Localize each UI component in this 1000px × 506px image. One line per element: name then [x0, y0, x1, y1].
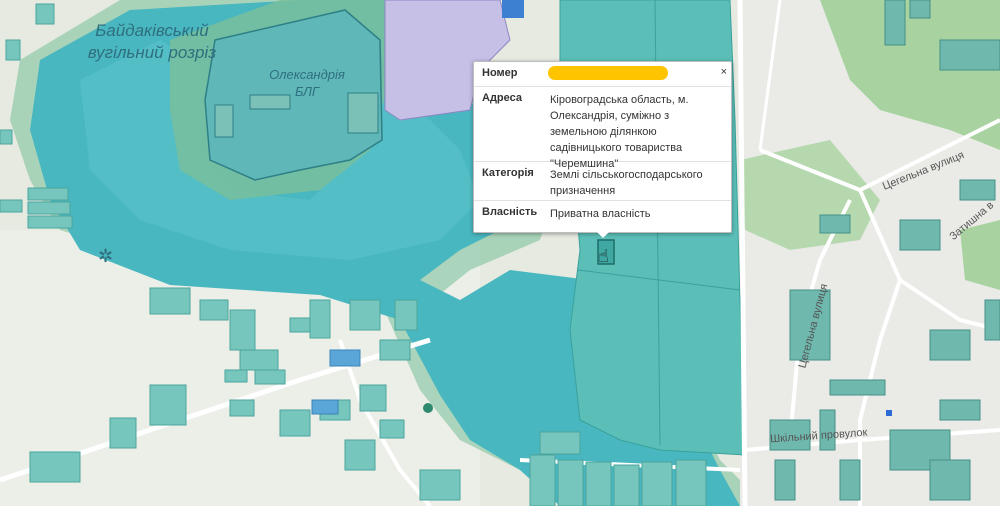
redaction-mark	[548, 66, 668, 80]
building	[214, 104, 234, 138]
popup-row-category: Категорія Землі сільськогосподарського п…	[474, 162, 731, 201]
popup-value: Землі сільськогосподарського призначення	[550, 169, 703, 197]
building	[347, 92, 379, 134]
popup-key: Категорія	[482, 167, 534, 179]
popup-key: Власність	[482, 206, 538, 218]
popup-value: Приватна власність	[550, 208, 651, 220]
popup-row-address: Адреса Кіровоградська область, м. Олекса…	[474, 87, 731, 170]
popup-row-ownership: Власність Приватна власність	[474, 201, 731, 231]
building-blue	[311, 399, 339, 415]
pit-label: Байдаківський вугільний розріз	[87, 21, 217, 62]
popup-key: Адреса	[482, 92, 522, 104]
plant-label: Олександрія БЛГ	[269, 67, 345, 99]
popup-value: Кіровоградська область, м. Олександрія, …	[550, 94, 689, 170]
popup-key: Номер	[482, 67, 518, 79]
building-blue	[886, 410, 892, 416]
building-blue	[502, 0, 524, 18]
cursor-hand-icon: ☝	[598, 246, 609, 267]
marker-icon: ✲	[98, 246, 113, 267]
marker-icon	[423, 403, 433, 413]
parcel-info-popup: × Номер 3510300000: Адреса Кіровоградськ…	[473, 61, 732, 233]
building-blue	[329, 349, 361, 367]
popup-pointer	[595, 230, 611, 238]
